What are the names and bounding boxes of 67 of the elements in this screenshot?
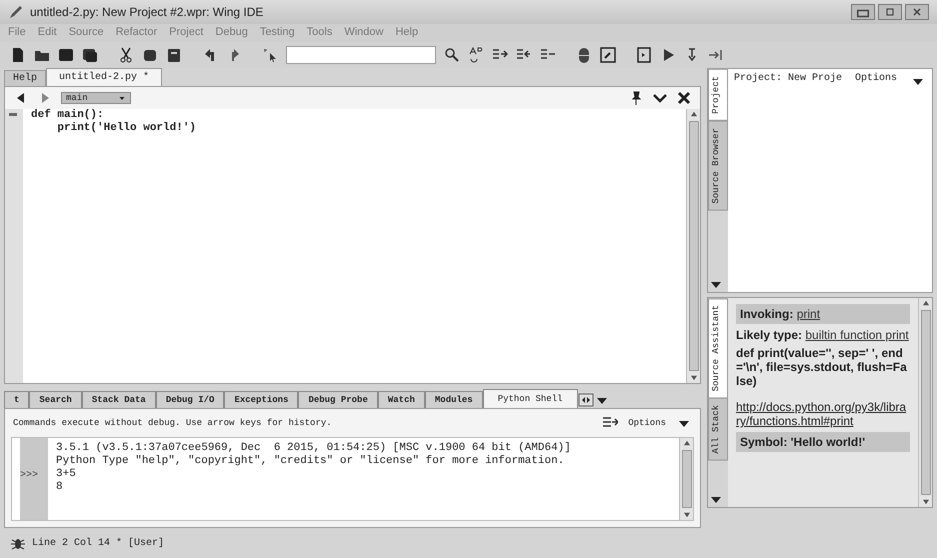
cursor-icon[interactable] [262,47,278,63]
options-menu[interactable]: Options [628,418,666,428]
editor-tab[interactable]: untitled-2.py * [46,68,162,86]
minimize-button[interactable] [851,4,875,20]
panel-tab[interactable]: t [4,391,30,408]
shell-output: 8 [55,481,63,494]
shell-prompt: >>> [20,470,38,481]
scroll-down-icon[interactable] [684,512,690,518]
side-tab[interactable]: Source Browser [708,120,728,210]
panel-tab[interactable]: Watch [378,391,425,408]
side-tab[interactable]: Source Assistant [708,298,728,398]
symbol-header: Symbol: 'Hello world!' [736,432,910,452]
panel-tab[interactable]: Debug Probe [298,391,378,408]
step-out-icon[interactable] [708,47,724,63]
panel-tab[interactable]: Debug I/O [156,391,224,408]
type-link[interactable]: builtin function print [805,328,909,342]
code-line: print('Hello world!') [56,122,198,135]
search-icon[interactable] [444,47,460,63]
symbol-link[interactable]: print [796,307,820,321]
function-signature: def print(value='', sep=' ', end='\n', file=sys.stdout, flush=False) [736,346,908,388]
maximize-icon [884,6,896,18]
new-file-icon[interactable] [10,47,26,63]
scroll-up-icon[interactable] [922,300,928,306]
pencil-icon [8,4,24,20]
scope-dropdown[interactable]: main [61,92,131,104]
spell-check-icon[interactable] [468,47,484,63]
scrollbar[interactable] [679,438,693,520]
panel-tab[interactable]: Search [29,391,82,408]
maximize-button[interactable] [878,4,902,20]
side-tab[interactable]: Project [708,69,728,121]
status-text: Line 2 Col 14 * [User] [32,538,164,548]
close-button[interactable] [905,4,929,20]
scrollbar[interactable] [918,298,932,507]
scrollbar[interactable] [686,109,700,383]
shell-output: Python Type "help", "copyright", "credits" or "license" for more information. [55,455,564,468]
scroll-thumb[interactable] [688,121,698,371]
tab-scroll-icon[interactable] [578,392,594,408]
search-field[interactable] [286,46,436,64]
scroll-down-icon[interactable] [922,499,928,505]
cut-icon[interactable] [118,47,134,63]
shell-output: 3.5.1 (v3.5.1:37a07cee5969, Dec 6 2015, 01:54:25) [MSC v.1900 64 bit (AMD64)] [55,442,571,455]
scroll-up-icon[interactable] [684,440,690,446]
panel-tab[interactable]: Modules [424,391,483,408]
type-label: Likely type: [736,328,802,342]
panel-tab[interactable]: Python Shell [482,389,578,408]
editor-tab[interactable]: Help [4,70,46,86]
window-title: untitled-2.py: New Project #2.wpr: Wing IDE [30,5,264,19]
paste-icon[interactable] [166,47,182,63]
docs-link[interactable]: http://docs.python.org/py3k/library/functions.html#print [736,400,910,428]
save-all-icon[interactable] [82,47,98,63]
options-menu[interactable]: Options [855,73,898,89]
save-icon[interactable] [58,47,74,63]
code-line: def main(): [31,109,105,122]
shell-output: 3+5 [55,468,76,481]
project-title: Project: New Proje [734,73,842,86]
scroll-thumb[interactable] [920,310,930,495]
panel-tab[interactable]: Exceptions [224,391,298,408]
scroll-down-icon[interactable] [690,375,696,381]
side-tab[interactable]: All Stack [708,398,728,462]
scroll-up-icon[interactable] [690,111,696,117]
scroll-thumb[interactable] [682,450,692,508]
close-icon [911,6,923,18]
invoking-label: Invoking: [740,307,794,321]
shell-hint: Commands execute without debug. Use arrow keys for history. [13,418,332,428]
close-icon[interactable] [676,90,692,106]
document-icon[interactable] [636,47,652,63]
panel-tab[interactable]: Stack Data [82,391,156,408]
